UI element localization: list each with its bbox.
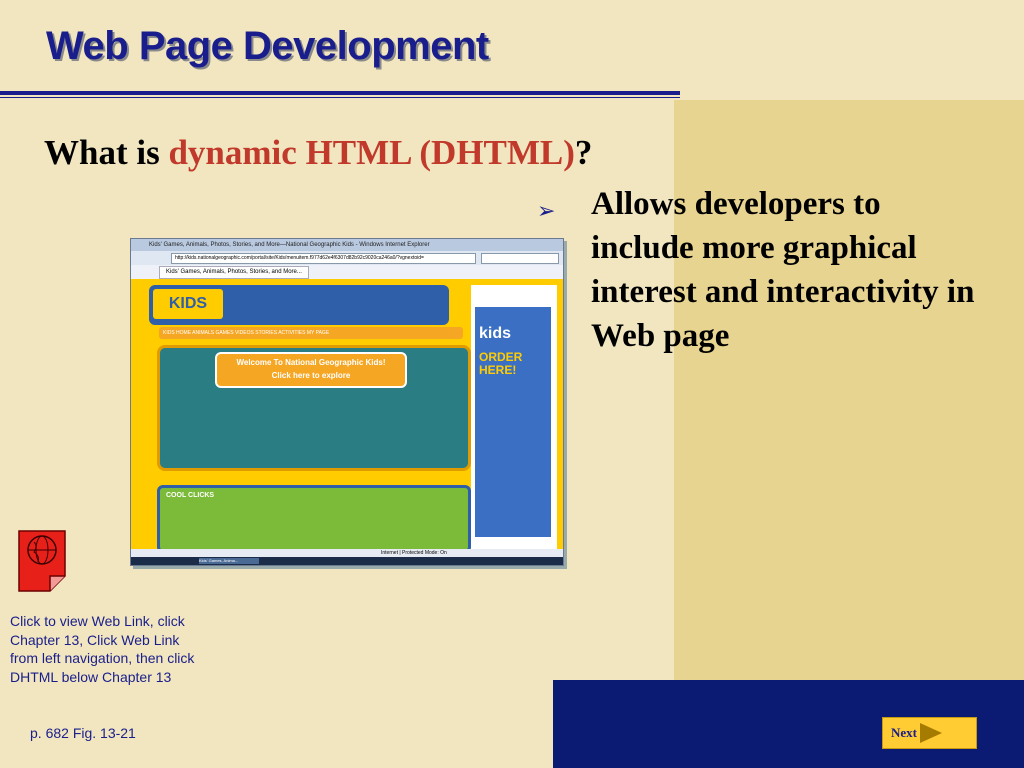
welcome-line-1: Welcome To National Geographic Kids! [236,358,386,367]
cool-clicks-panel: COOL CLICKS [157,485,471,553]
bullet-text: Allows developers to include more graphi… [591,186,975,354]
search-box [481,253,559,264]
web-link-caption: Click to view Web Link, click Chapter 13… [10,613,195,685]
web-page: KIDS KIDS HOME ANIMALS GAMES VIDEOS STOR… [131,279,563,553]
site-logo: KIDS [153,289,223,319]
bullet-arrow-icon: ➢ [537,198,556,223]
next-label: Next [891,725,917,740]
browser-screenshot: Kids' Games, Animals, Photos, Stories, a… [130,238,564,566]
welcome-line-2: Click here to explore [271,371,351,380]
ad-order: ORDER HERE! [479,350,523,377]
question: What is dynamic HTML (DHTML)? [44,133,592,173]
side-ad: kids ORDER HERE! [471,285,557,549]
question-highlight: dynamic HTML (DHTML) [168,133,575,172]
figure-reference: p. 682 Fig. 13-21 [30,725,136,741]
status-bar: Internet | Protected Mode: On [131,549,563,557]
globe-page-icon [18,530,66,592]
taskbar: Kids' Games, Anima... [131,557,563,565]
title-rule [0,91,680,95]
welcome-banner: Welcome To National Geographic Kids! Cli… [215,352,407,388]
address-field: http://kids.nationalgeographic.com/porta… [171,253,476,264]
cool-clicks-heading: COOL CLICKS [166,492,215,499]
slide-title: Web Page Development [46,24,489,68]
next-button[interactable]: Next [882,717,977,749]
arrow-right-icon [920,723,942,743]
tab-bar: Kids' Games, Animals, Photos, Stories, a… [131,265,563,279]
window-title: Kids' Games, Animals, Photos, Stories, a… [131,239,563,251]
question-prefix: What is [44,133,169,172]
title-rule-thin [0,97,680,98]
web-link-icon[interactable] [18,530,66,592]
site-nav: KIDS HOME ANIMALS GAMES VIDEOS STORIES A… [159,327,463,339]
question-suffix: ? [574,133,593,172]
address-bar: http://kids.nationalgeographic.com/porta… [131,251,563,265]
ad-kids: kids [479,325,512,342]
taskbar-item: Kids' Games, Anima... [199,558,259,564]
tab: Kids' Games, Animals, Photos, Stories, a… [159,266,309,279]
